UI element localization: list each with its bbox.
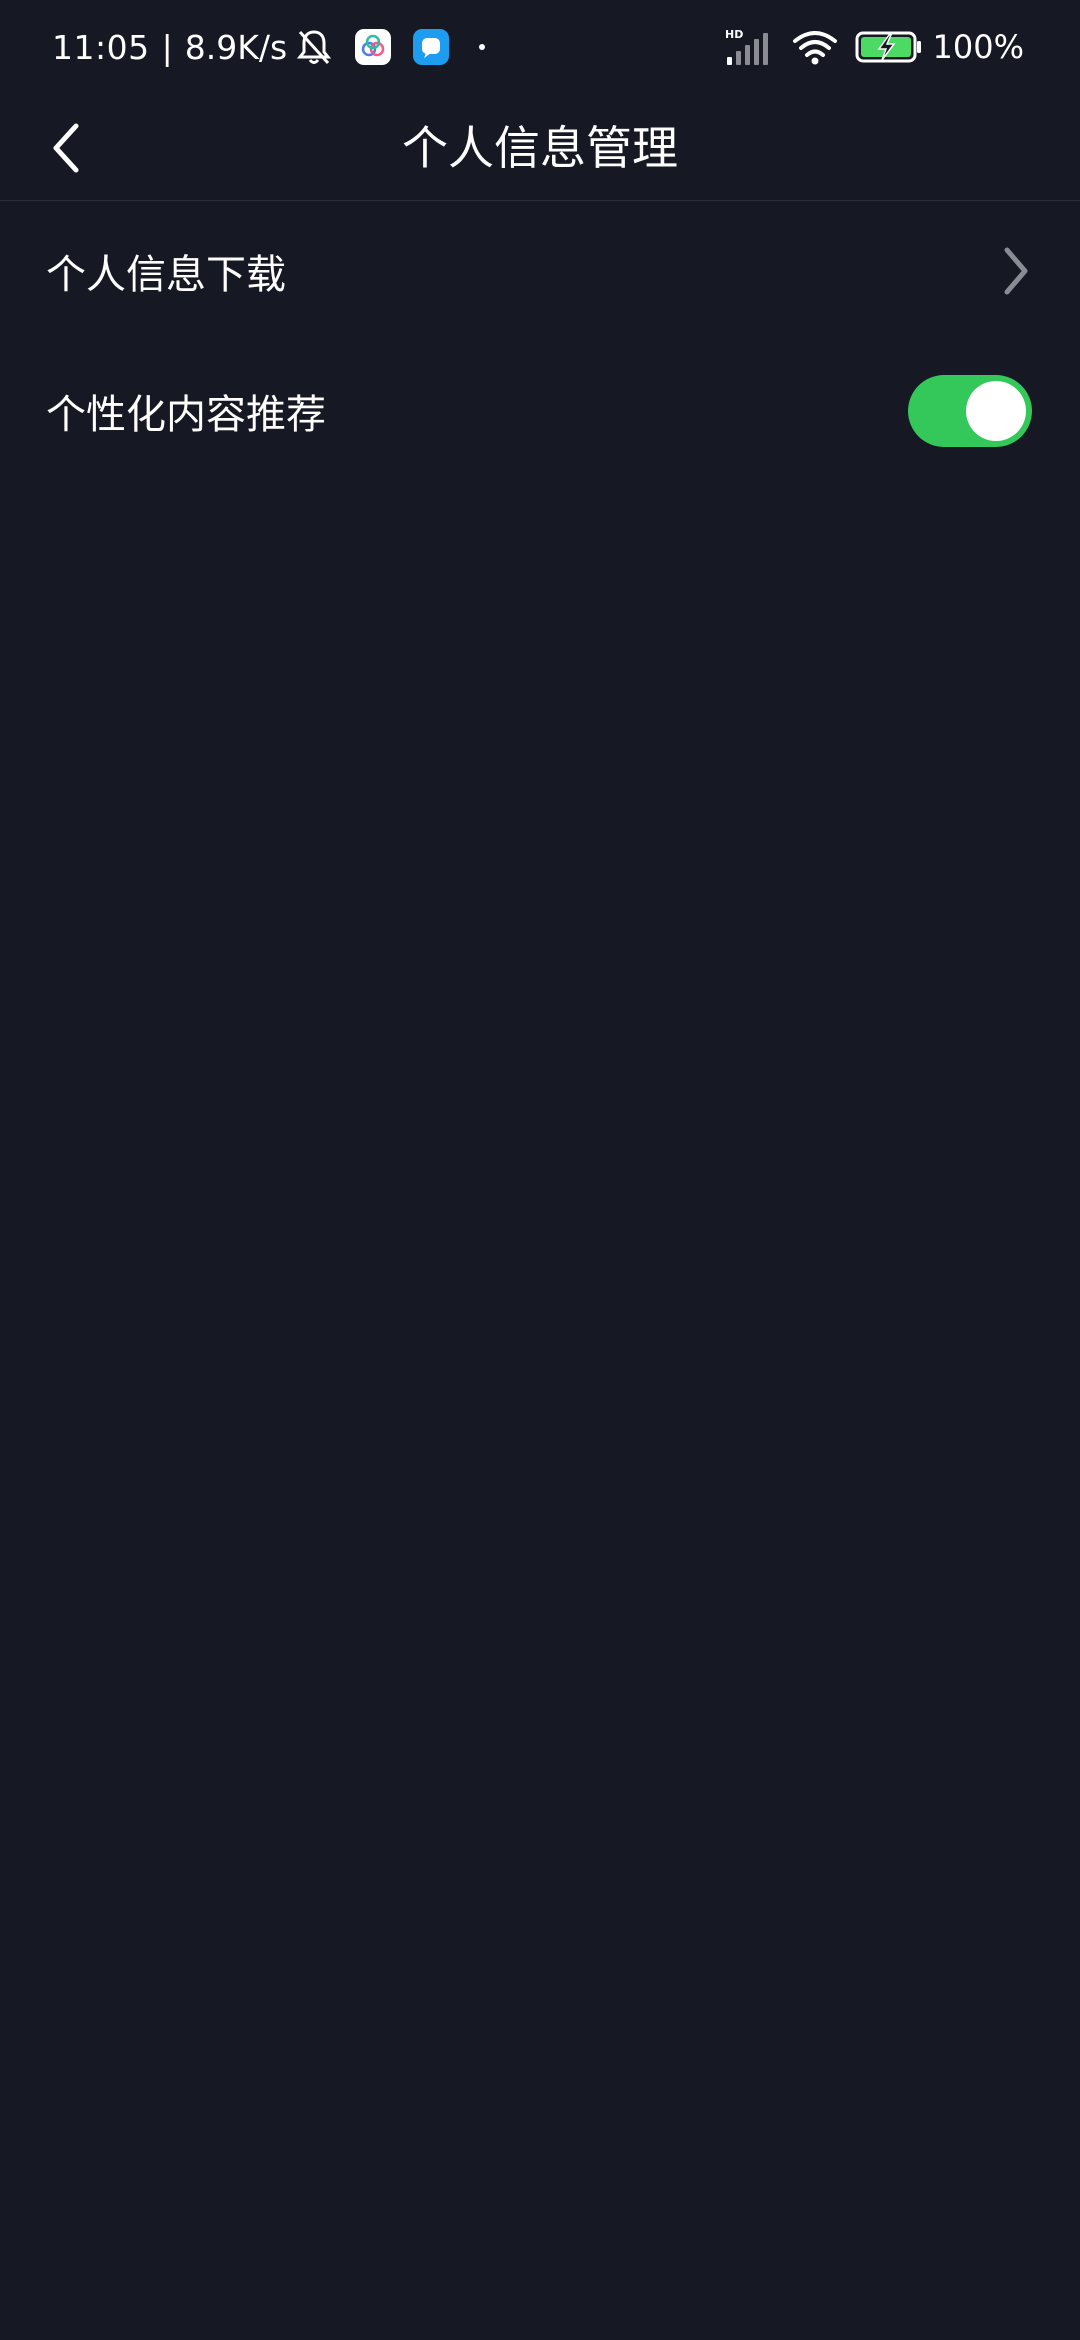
wifi-icon xyxy=(791,27,839,67)
status-bar-right: HD 100% xyxy=(715,22,1024,72)
battery-percentage: 100% xyxy=(932,28,1024,66)
personal-info-download-label: 个人信息下载 xyxy=(46,252,286,298)
network-speed: 8.9K/s xyxy=(184,27,288,67)
signal-hd-label: HD xyxy=(725,28,743,41)
app-notification-icon xyxy=(355,29,392,65)
personal-info-download-row[interactable]: 个人信息下载 xyxy=(0,201,1080,341)
signal-icon: HD xyxy=(723,27,775,67)
message-app-icon xyxy=(413,29,450,65)
personalized-recommendation-label: 个性化内容推荐 xyxy=(46,392,326,438)
chevron-right-icon xyxy=(996,243,1036,299)
personalized-recommendation-row: 个性化内容推荐 xyxy=(0,341,1080,481)
settings-list: 个人信息下载 个性化内容推荐 xyxy=(0,201,1080,481)
back-button[interactable] xyxy=(34,116,98,180)
bell-muted-icon xyxy=(295,27,333,67)
page-title: 个人信息管理 xyxy=(402,121,678,175)
status-time: 11:05 xyxy=(52,27,150,67)
chevron-left-icon xyxy=(53,123,79,173)
status-bar-left: 11:05 | 8.9K/s xyxy=(52,22,486,72)
toggle-knob xyxy=(966,381,1026,441)
status-bar: 11:05 | 8.9K/s HD 100% xyxy=(0,0,1080,96)
dot-icon xyxy=(479,44,486,50)
status-separator: | xyxy=(161,27,173,67)
personalized-recommendation-toggle[interactable] xyxy=(908,375,1032,447)
battery-charging-icon xyxy=(855,30,923,64)
app-header: 个人信息管理 xyxy=(0,96,1080,201)
